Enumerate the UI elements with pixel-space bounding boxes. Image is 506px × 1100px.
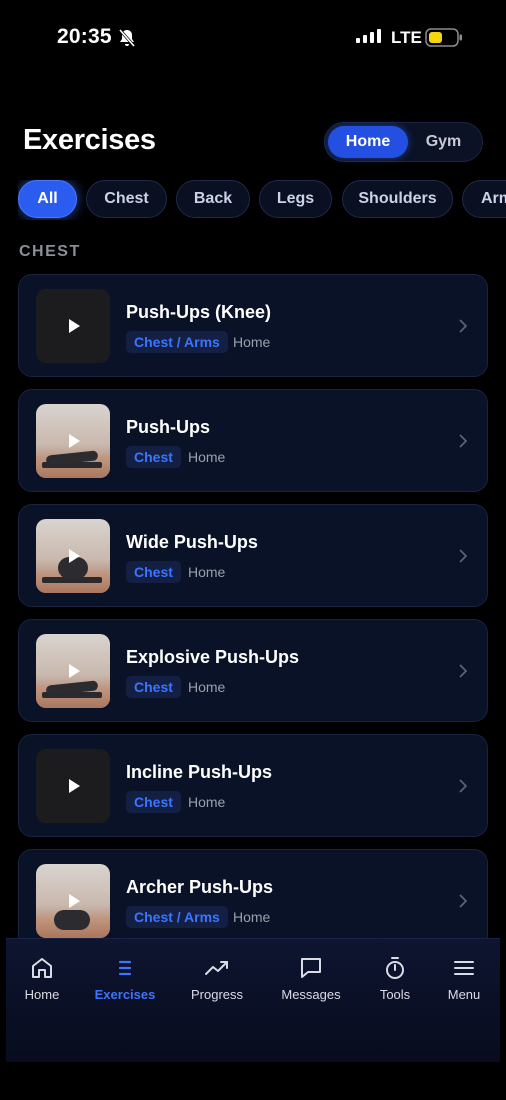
tab-progress[interactable]: Progress	[177, 955, 257, 1002]
message-icon	[301, 958, 321, 978]
muscle-tag: Chest / Arms	[126, 331, 228, 353]
tab-label: Menu	[447, 987, 481, 1002]
network-label: LTE	[391, 28, 422, 47]
exercise-card[interactable]: Explosive Push-Ups Chest Home	[18, 619, 488, 722]
tab-exercises[interactable]: Exercises	[85, 955, 165, 1002]
tab-tools[interactable]: Tools	[355, 955, 435, 1002]
location-label: Home	[233, 334, 271, 350]
video-thumbnail[interactable]	[36, 289, 110, 363]
play-icon	[69, 664, 80, 678]
chevron-right-icon	[459, 549, 467, 563]
chip-back[interactable]: Back	[176, 180, 250, 218]
muscle-tag: Chest / Arms	[126, 906, 228, 928]
chip-legs[interactable]: Legs	[259, 180, 332, 218]
chevron-right-icon	[459, 434, 467, 448]
play-icon	[69, 319, 80, 333]
location-label: Home	[188, 794, 226, 810]
filter-chips: All Chest Back Legs Shoulders Arms	[18, 180, 506, 220]
video-thumbnail[interactable]	[36, 864, 110, 938]
location-label: Home	[233, 909, 271, 925]
page-title: Exercises	[23, 124, 156, 156]
exercise-card[interactable]: Incline Push-Ups Chest Home	[18, 734, 488, 837]
exercise-card[interactable]: Push-Ups Chest Home	[18, 389, 488, 492]
section-label: CHEST	[19, 243, 81, 260]
signal-icon	[356, 29, 381, 43]
exercise-card[interactable]: Archer Push-Ups Chest / Arms Home	[18, 849, 488, 952]
chevron-right-icon	[459, 664, 467, 678]
home-icon	[32, 958, 52, 978]
exercise-card[interactable]: Push-Ups (Knee) Chest / Arms Home	[18, 274, 488, 377]
video-thumbnail[interactable]	[36, 404, 110, 478]
chevron-right-icon	[459, 779, 467, 793]
play-icon	[69, 434, 80, 448]
location-label: Home	[188, 679, 226, 695]
play-icon	[69, 779, 80, 793]
muscle-tag: Chest	[126, 446, 181, 468]
play-icon	[69, 894, 80, 908]
stopwatch-icon	[386, 957, 404, 979]
exercise-card[interactable]: Wide Push-Ups Chest Home	[18, 504, 488, 607]
video-thumbnail[interactable]	[36, 519, 110, 593]
muscle-tag: Chest	[126, 791, 181, 813]
segment-gym[interactable]: Gym	[408, 126, 479, 158]
chip-chest[interactable]: Chest	[86, 180, 167, 218]
chip-shoulders[interactable]: Shoulders	[342, 180, 453, 218]
tab-label: Home	[24, 987, 60, 1002]
segment-home[interactable]: Home	[328, 126, 408, 158]
chevron-right-icon	[459, 894, 467, 908]
exercise-name: Explosive Push-Ups	[126, 647, 300, 667]
exercise-name: Push-Ups (Knee)	[126, 302, 272, 322]
exercise-name: Push-Ups	[126, 417, 211, 437]
chip-all[interactable]: All	[18, 180, 77, 218]
bell-muted-icon	[118, 29, 136, 47]
location-segmented-control: Home Gym	[324, 122, 483, 162]
list-icon	[118, 960, 132, 976]
tab-menu[interactable]: Menu	[424, 955, 504, 1002]
tab-home[interactable]: Home	[2, 955, 82, 1002]
tab-label: Exercises	[94, 987, 156, 1002]
exercise-name: Wide Push-Ups	[126, 532, 258, 552]
tab-label: Progress	[190, 987, 244, 1002]
chevron-right-icon	[459, 319, 467, 333]
bottom-tab-bar: Home Exercises Progress Messages Tools M…	[6, 938, 500, 1062]
chip-arms[interactable]: Arms	[462, 180, 506, 218]
battery-icon	[425, 28, 462, 47]
exercise-name: Archer Push-Ups	[126, 877, 274, 897]
status-bar: 20:35 LTE	[0, 0, 506, 76]
trending-up-icon	[205, 961, 228, 975]
muscle-tag: Chest	[126, 676, 181, 698]
location-label: Home	[188, 449, 226, 465]
tab-label: Messages	[281, 987, 341, 1002]
tab-label: Tools	[379, 987, 411, 1002]
tab-messages[interactable]: Messages	[271, 955, 351, 1002]
location-label: Home	[188, 564, 226, 580]
video-thumbnail[interactable]	[36, 634, 110, 708]
exercise-name: Incline Push-Ups	[126, 762, 273, 782]
play-icon	[69, 549, 80, 563]
muscle-tag: Chest	[126, 561, 181, 583]
menu-icon	[454, 961, 474, 975]
status-time: 20:35	[57, 25, 112, 48]
video-thumbnail[interactable]	[36, 749, 110, 823]
